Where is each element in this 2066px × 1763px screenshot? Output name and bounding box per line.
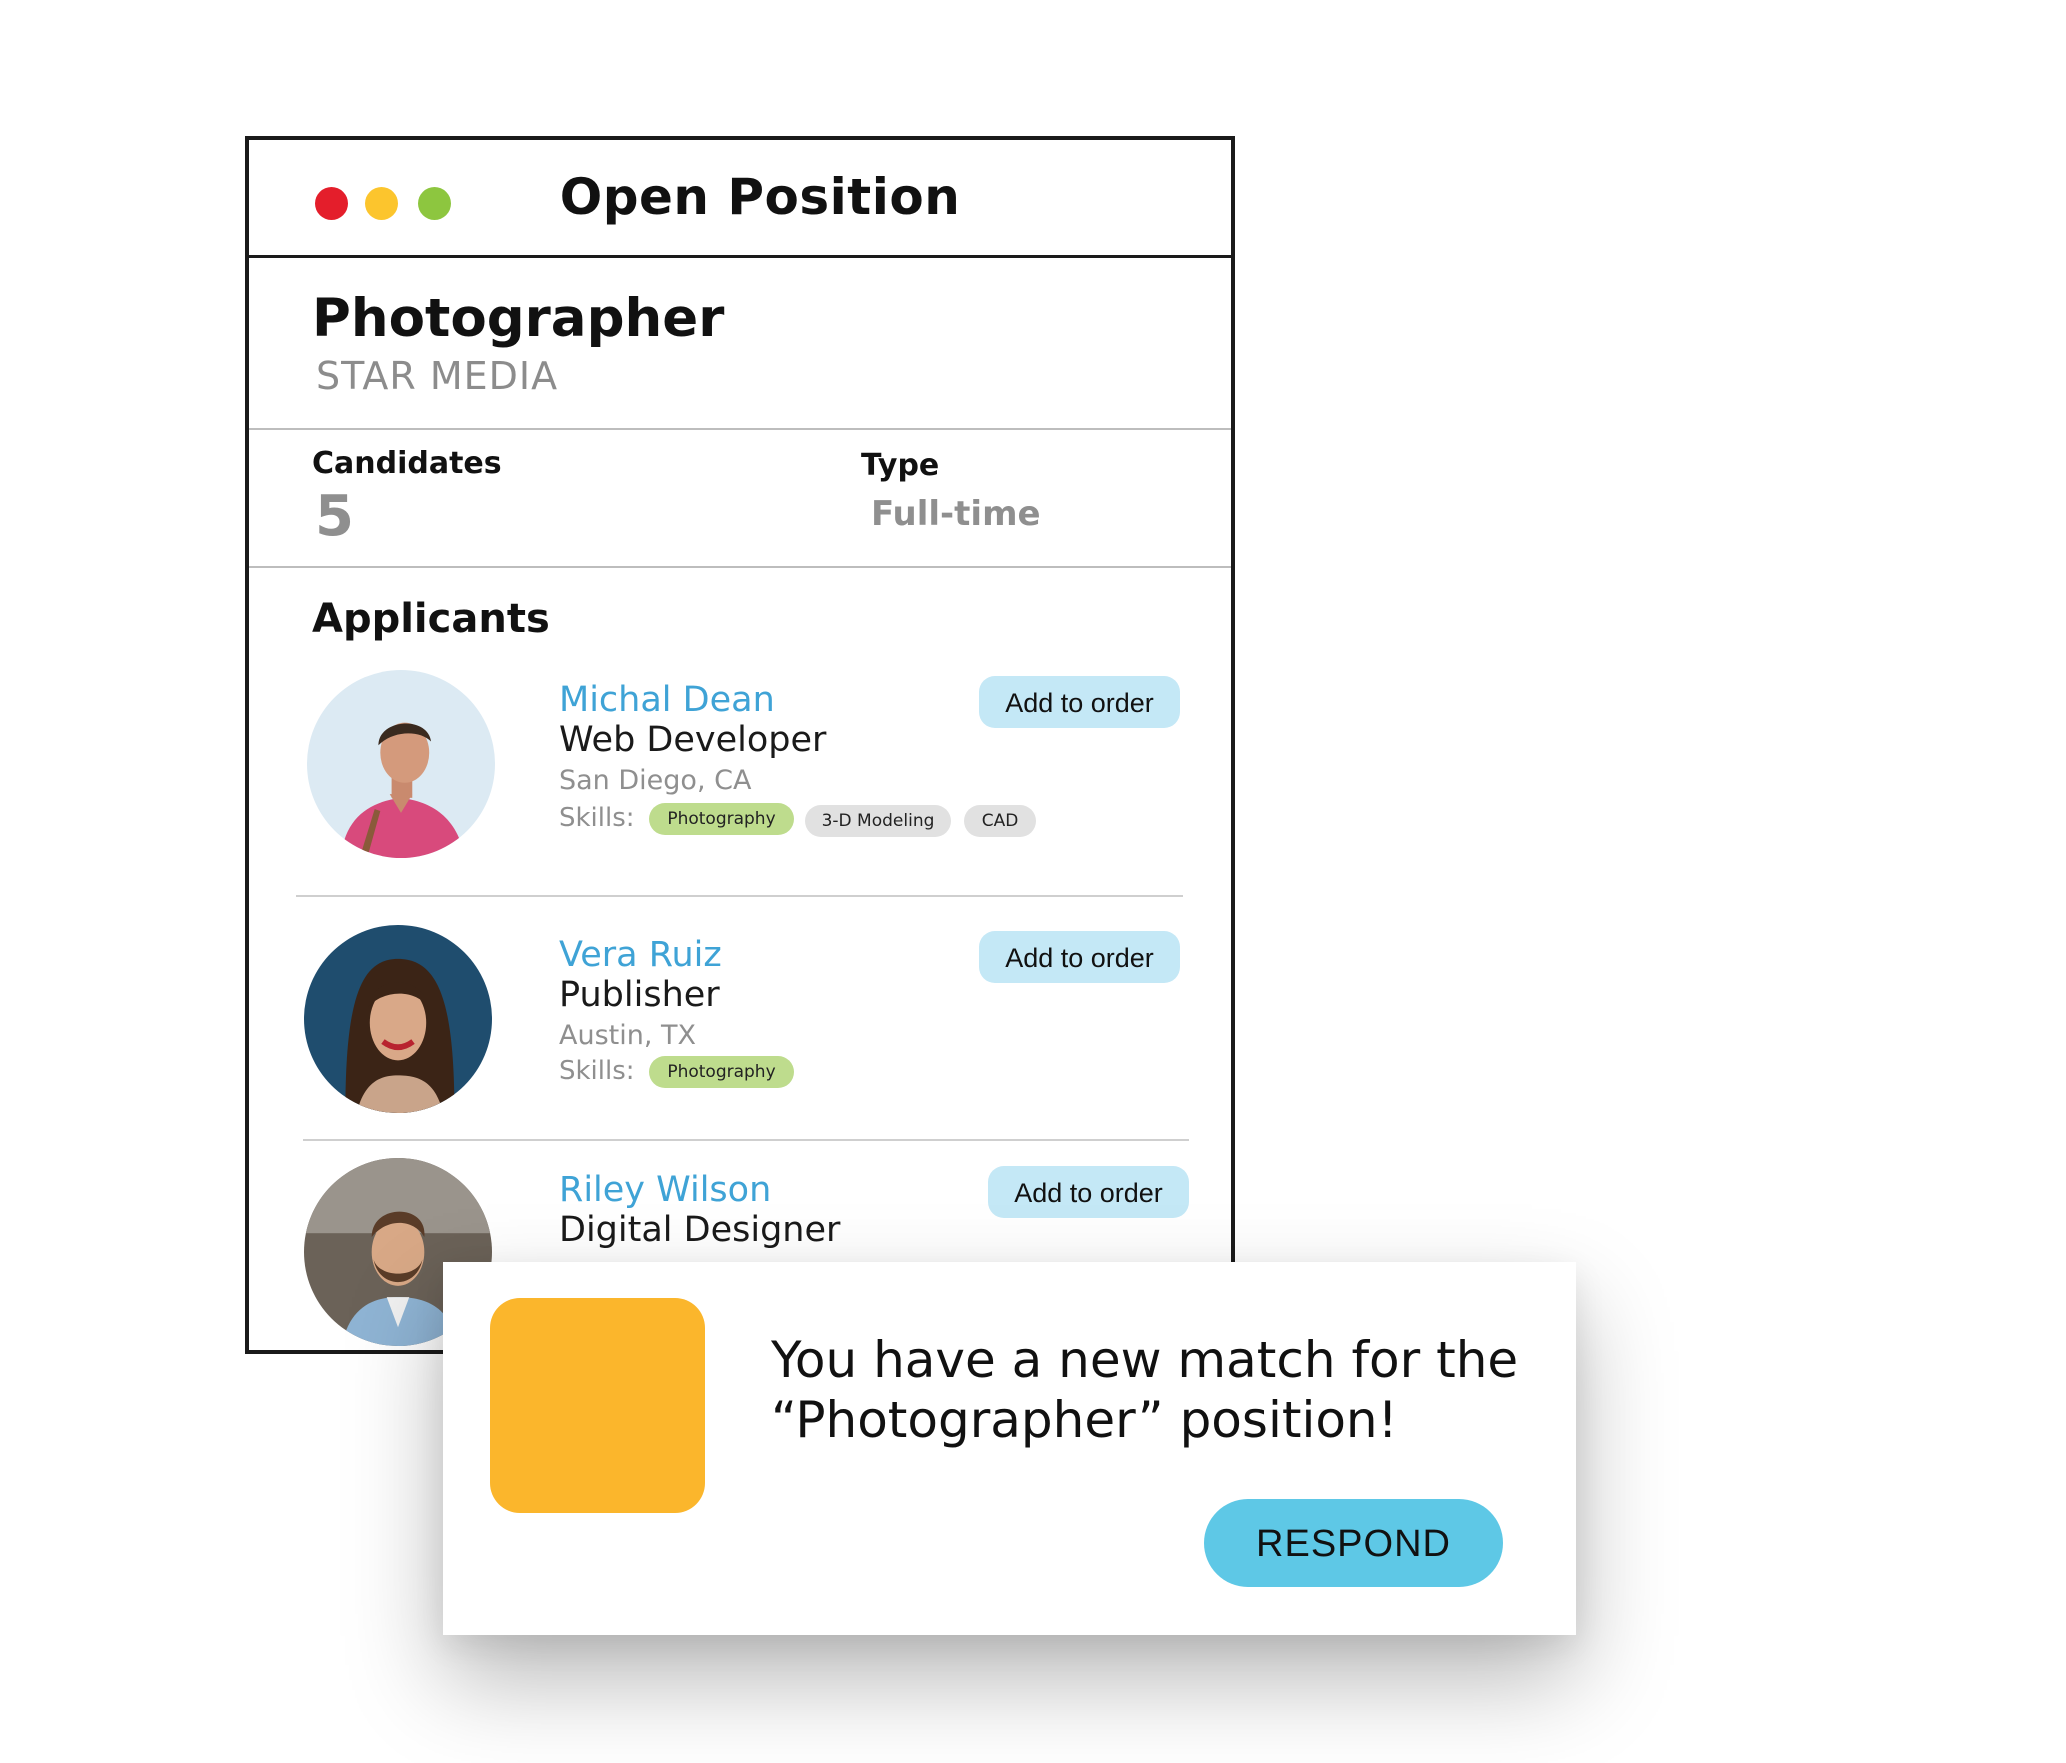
match-notification: You have a new match for the “Photograph… [443, 1262, 1576, 1635]
applicant-card: Vera Ruiz Publisher Austin, TX Skills: P… [249, 925, 1231, 1125]
window-title: Open Position [559, 168, 961, 226]
applicant-name-link[interactable]: Riley Wilson [559, 1170, 771, 1210]
notification-app-icon [490, 1298, 705, 1513]
skills-label: Skills: [559, 803, 635, 833]
applicants-heading: Applicants [312, 596, 550, 642]
skills-label: Skills: [559, 1056, 635, 1086]
respond-button[interactable]: RESPOND [1204, 1499, 1503, 1587]
applicant-role: Publisher [559, 975, 720, 1015]
applicant-card: Michal Dean Web Developer San Diego, CA … [249, 670, 1231, 870]
applicant-location: Austin, TX [559, 1020, 697, 1051]
applicant-avatar [304, 925, 492, 1113]
applicant-avatar [307, 670, 495, 858]
applicant-name-link[interactable]: Vera Ruiz [559, 935, 722, 975]
skill-tag: 3-D Modeling [805, 805, 951, 837]
job-title: Photographer [312, 288, 725, 349]
add-to-order-button[interactable]: Add to order [979, 931, 1180, 983]
applicant-location: San Diego, CA [559, 765, 752, 796]
add-to-order-button[interactable]: Add to order [988, 1166, 1189, 1218]
skill-tag: Photography [649, 803, 794, 835]
candidates-count: 5 [315, 484, 354, 549]
applicant-role: Web Developer [559, 720, 827, 760]
type-label: Type [861, 448, 940, 483]
company-name: STAR MEDIA [316, 354, 559, 398]
window-titlebar: Open Position [249, 140, 1231, 258]
job-stats: Candidates 5 Type Full-time [249, 430, 1231, 568]
open-position-window: Open Position Photographer STAR MEDIA Ca… [245, 136, 1235, 1354]
man-portrait-icon [307, 670, 495, 858]
skill-tag: Photography [649, 1056, 794, 1088]
applicant-name-link[interactable]: Michal Dean [559, 680, 775, 720]
divider [303, 1139, 1189, 1141]
woman-portrait-icon [304, 925, 492, 1113]
divider [296, 895, 1183, 897]
notification-message: You have a new match for the “Photograph… [771, 1331, 1519, 1449]
job-header: Photographer STAR MEDIA [249, 258, 1231, 430]
candidates-label: Candidates [312, 446, 502, 481]
skill-tag: CAD [964, 805, 1036, 837]
applicant-role: Digital Designer [559, 1210, 841, 1250]
type-value: Full-time [871, 494, 1041, 534]
add-to-order-button[interactable]: Add to order [979, 676, 1180, 728]
